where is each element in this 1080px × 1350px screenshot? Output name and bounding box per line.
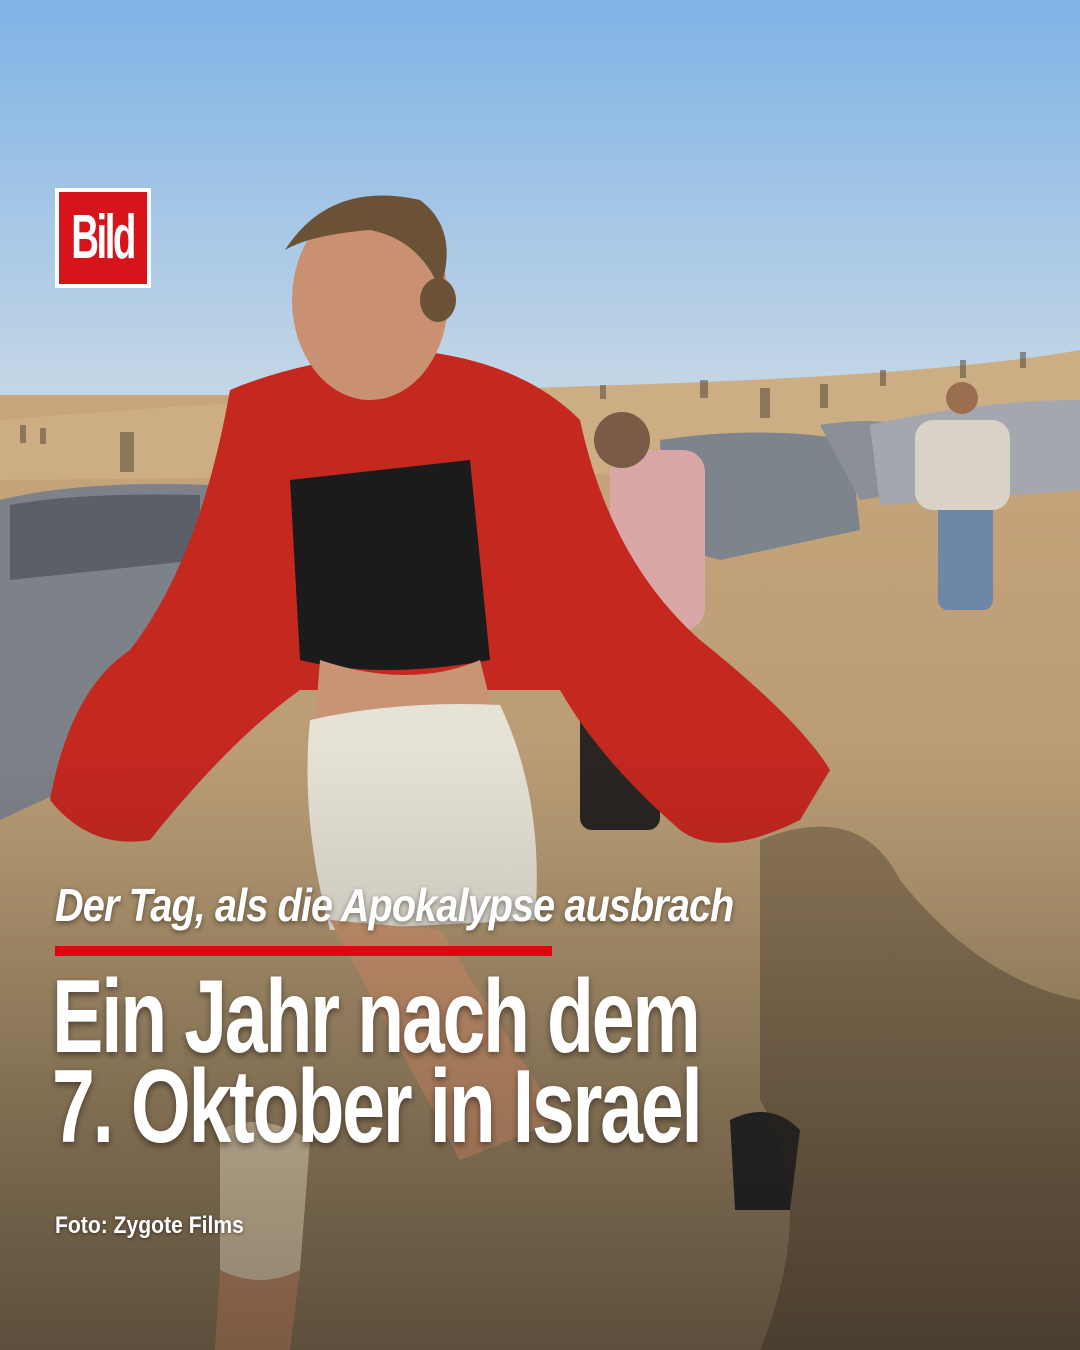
headline: Ein Jahr nach dem 7. Oktober in Israel bbox=[52, 965, 703, 1165]
article-kicker: Der Tag, als die Apokalypse ausbrach bbox=[55, 879, 734, 931]
bild-logo-text: Bild bbox=[71, 203, 137, 272]
bild-logo-box: Bild bbox=[59, 192, 147, 284]
red-divider bbox=[55, 946, 552, 956]
bild-logo: Bild bbox=[55, 188, 151, 288]
post-card: Bild Der Tag, als die Apokalypse ausbrac… bbox=[0, 0, 1080, 1350]
headline-line-2: 7. Oktober in Israel bbox=[52, 1049, 703, 1165]
photo-credit: Foto: Zygote Films bbox=[55, 1212, 244, 1239]
